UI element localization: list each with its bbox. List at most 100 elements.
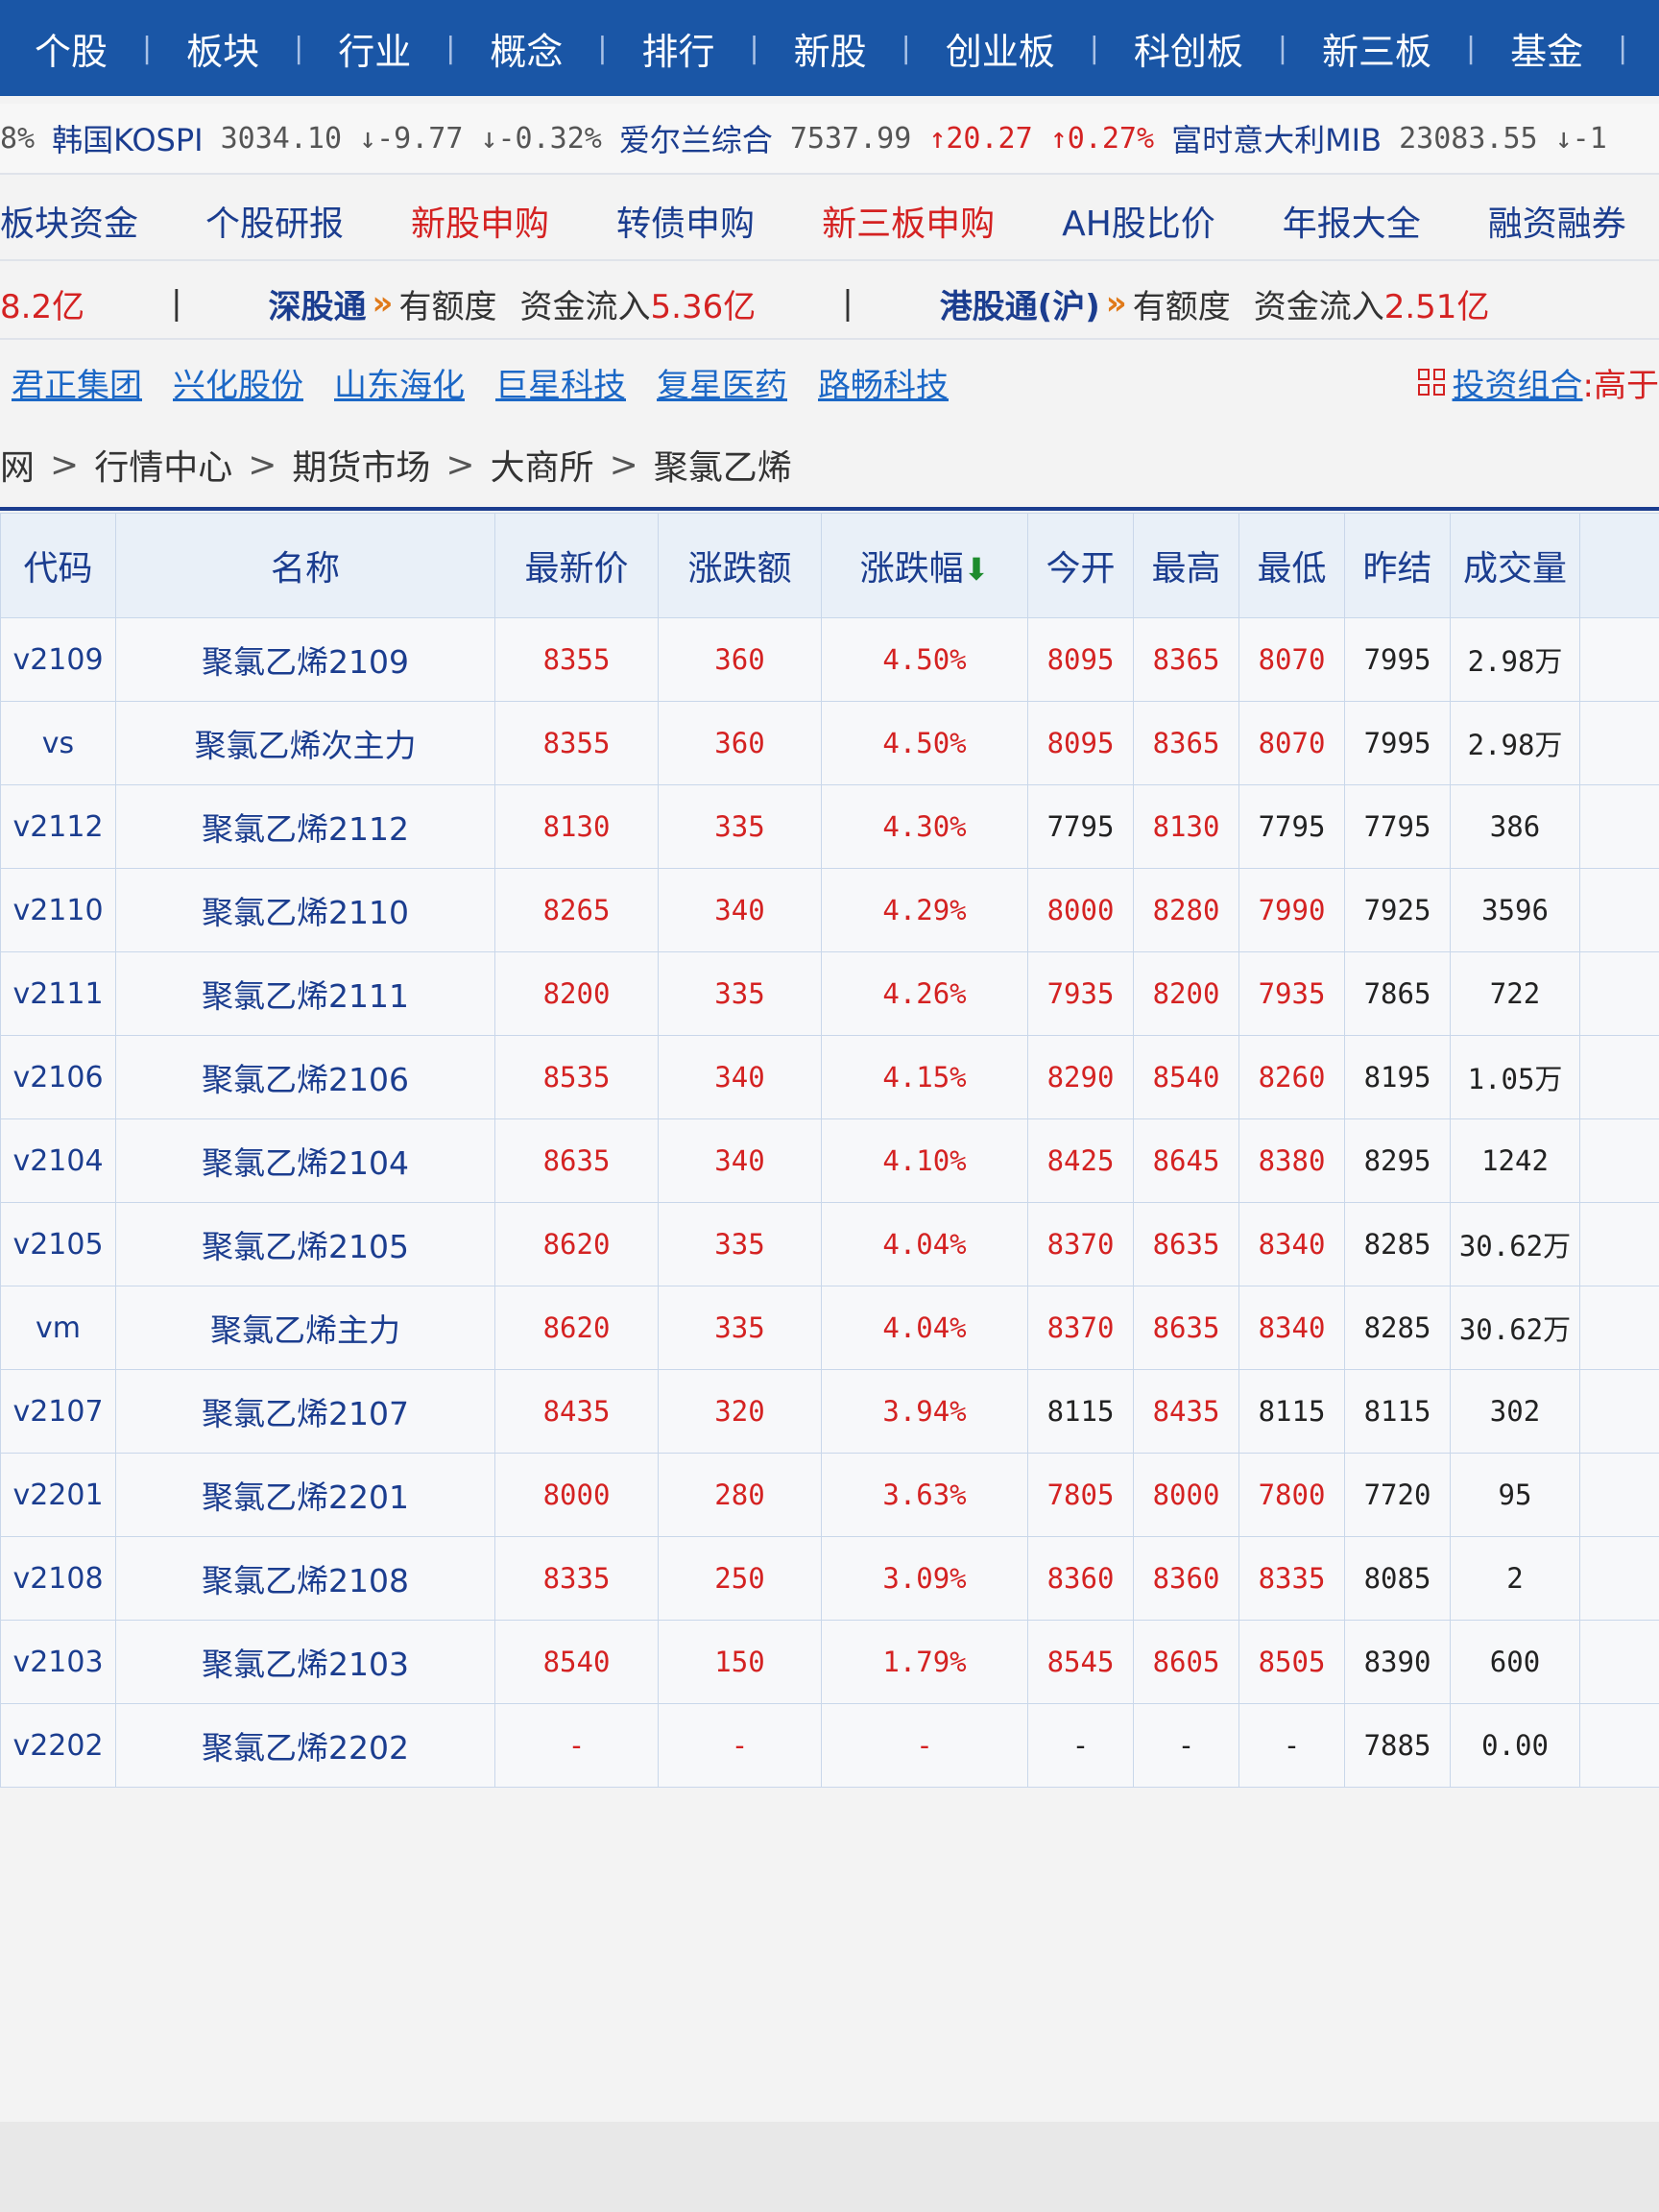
table-row[interactable]: v2110 聚氯乙烯2110 8265 340 4.29% 8000 8280 7990 792… bbox=[0, 868, 1659, 952]
quick-link[interactable]: 融资融券 bbox=[1488, 196, 1626, 246]
quick-link[interactable]: 新股申购 bbox=[411, 196, 549, 246]
sz-connect-title[interactable]: 深股通 bbox=[269, 280, 367, 327]
cell-name[interactable]: 聚氯乙烯主力 bbox=[115, 1286, 495, 1370]
cell-code[interactable]: v2103 bbox=[0, 1620, 116, 1704]
column-header[interactable]: 成交量 bbox=[1450, 513, 1580, 618]
nav-item[interactable]: 港股 bbox=[1627, 22, 1659, 75]
nav-separator: | bbox=[597, 31, 608, 65]
quick-link[interactable]: 个股研报 bbox=[205, 196, 344, 246]
cell-name[interactable]: 聚氯乙烯2104 bbox=[115, 1118, 495, 1203]
cell-change: 335 bbox=[658, 1202, 822, 1286]
quick-link[interactable]: 新三板申购 bbox=[822, 196, 995, 246]
hot-stock-link[interactable]: 复星医药 bbox=[657, 359, 787, 406]
cell-code[interactable]: v2109 bbox=[0, 617, 116, 702]
cell-overflow bbox=[1579, 1286, 1659, 1370]
cell-overflow bbox=[1579, 617, 1659, 702]
breadcrumb-item[interactable]: 期货市场 bbox=[292, 440, 430, 490]
nav-item[interactable]: 个股 bbox=[0, 22, 142, 75]
table-row[interactable]: v2108 聚氯乙烯2108 8335 250 3.09% 8360 8360 8335 808… bbox=[0, 1536, 1659, 1621]
ticker-index-name[interactable]: 富时意大利MIB bbox=[1171, 116, 1382, 160]
nav-item[interactable]: 科创板 bbox=[1099, 22, 1278, 75]
table-row[interactable]: v2109 聚氯乙烯2109 8355 360 4.50% 8095 8365 8070 799… bbox=[0, 617, 1659, 702]
nav-item[interactable]: 创业板 bbox=[911, 22, 1090, 75]
quick-link[interactable]: AH股比价 bbox=[1062, 196, 1215, 246]
column-header[interactable]: 今开 bbox=[1027, 513, 1134, 618]
nav-item[interactable]: 排行 bbox=[608, 22, 750, 75]
cell-code[interactable]: v2202 bbox=[0, 1703, 116, 1788]
cell-name[interactable]: 聚氯乙烯2110 bbox=[115, 868, 495, 952]
table-row[interactable]: v2201 聚氯乙烯2201 8000 280 3.63% 7805 8000 7800 772… bbox=[0, 1453, 1659, 1537]
quick-link[interactable]: 板块资金 bbox=[0, 196, 138, 246]
cell-code[interactable]: v2110 bbox=[0, 868, 116, 952]
cell-code[interactable]: v2104 bbox=[0, 1118, 116, 1203]
table-row[interactable]: v2103 聚氯乙烯2103 8540 150 1.79% 8545 8605 8505 839… bbox=[0, 1620, 1659, 1704]
table-row[interactable]: v2107 聚氯乙烯2107 8435 320 3.94% 8115 8435 8115 811… bbox=[0, 1369, 1659, 1454]
nav-item[interactable]: 基金 bbox=[1476, 22, 1618, 75]
nav-item[interactable]: 行业 bbox=[303, 22, 445, 75]
cell-name[interactable]: 聚氯乙烯2202 bbox=[115, 1703, 495, 1788]
hot-stock-link[interactable]: 巨星科技 bbox=[495, 359, 626, 406]
cell-code[interactable]: v2112 bbox=[0, 784, 116, 869]
cell-code[interactable]: v2201 bbox=[0, 1453, 116, 1537]
cell-last-price: 8635 bbox=[494, 1118, 659, 1203]
nav-item[interactable]: 新三板 bbox=[1287, 22, 1466, 75]
column-header[interactable]: 涨跌幅⬇ bbox=[821, 513, 1028, 618]
column-header-label: 成交量 bbox=[1462, 549, 1567, 589]
column-header[interactable]: 最高 bbox=[1133, 513, 1239, 618]
hk-quota: 有额度 bbox=[1132, 287, 1231, 326]
cell-name[interactable]: 聚氯乙烯2109 bbox=[115, 617, 495, 702]
breadcrumb-item[interactable]: 行情中心 bbox=[94, 440, 232, 490]
cell-name[interactable]: 聚氯乙烯2112 bbox=[115, 784, 495, 869]
hot-stock-link[interactable]: 路畅科技 bbox=[818, 359, 949, 406]
cell-name[interactable]: 聚氯乙烯2108 bbox=[115, 1536, 495, 1621]
nav-item[interactable]: 板块 bbox=[152, 22, 294, 75]
cell-name[interactable]: 聚氯乙烯2106 bbox=[115, 1035, 495, 1119]
cell-code[interactable]: vm bbox=[0, 1286, 116, 1370]
column-header[interactable]: 代码 bbox=[0, 513, 116, 618]
column-header[interactable]: 名称 bbox=[115, 513, 495, 618]
quick-link[interactable]: 转债申购 bbox=[616, 196, 755, 246]
column-header[interactable]: 最低 bbox=[1238, 513, 1345, 618]
cell-name[interactable]: 聚氯乙烯2105 bbox=[115, 1202, 495, 1286]
hot-stock-link[interactable]: 兴化股份 bbox=[173, 359, 303, 406]
cell-high: 8280 bbox=[1133, 868, 1239, 952]
cell-code[interactable]: v2111 bbox=[0, 951, 116, 1036]
table-row[interactable]: v2202 聚氯乙烯2202- - - - - -7885 0.00 bbox=[0, 1703, 1659, 1788]
cell-name[interactable]: 聚氯乙烯2107 bbox=[115, 1369, 495, 1454]
quick-link[interactable]: 年报大全 bbox=[1283, 196, 1421, 246]
column-header[interactable]: 最新价 bbox=[494, 513, 659, 618]
cell-code[interactable]: vs bbox=[0, 701, 116, 785]
nav-item[interactable]: 新股 bbox=[759, 22, 902, 75]
cell-low: 8505 bbox=[1238, 1620, 1345, 1704]
cell-code[interactable]: v2107 bbox=[0, 1369, 116, 1454]
portfolio-link-group[interactable]: 投资组合 :高于 bbox=[1417, 359, 1659, 406]
cell-name[interactable]: 聚氯乙烯2201 bbox=[115, 1453, 495, 1537]
cell-volume: 386 bbox=[1450, 784, 1580, 869]
table-row[interactable]: v2106 聚氯乙烯2106 8535 340 4.15% 8290 8540 8260 819… bbox=[0, 1035, 1659, 1119]
hk-connect-title[interactable]: 港股通(沪) bbox=[940, 280, 1100, 327]
hot-stock-link[interactable]: 山东海化 bbox=[334, 359, 465, 406]
breadcrumb-item[interactable]: 网 bbox=[0, 440, 35, 490]
table-row[interactable]: v2104 聚氯乙烯2104 8635 340 4.10% 8425 8645 8380 829… bbox=[0, 1118, 1659, 1203]
table-row[interactable]: vm 聚氯乙烯主力 8620 335 4.04% 8370 8635 8340 8285 30.6… bbox=[0, 1286, 1659, 1370]
nav-item[interactable]: 概念 bbox=[455, 22, 597, 75]
table-row[interactable]: vs 聚氯乙烯次主力 8355 360 4.50% 8095 8365 8070 7995 2.9… bbox=[0, 701, 1659, 785]
portfolio-link[interactable]: 投资组合 bbox=[1453, 359, 1583, 406]
table-row[interactable]: v2111 聚氯乙烯2111 8200 335 4.26% 7935 8200 7935 786… bbox=[0, 951, 1659, 1036]
ticker-index-name[interactable]: 爱尔兰综合 bbox=[619, 116, 773, 160]
cell-name[interactable]: 聚氯乙烯次主力 bbox=[115, 701, 495, 785]
cell-code[interactable]: v2106 bbox=[0, 1035, 116, 1119]
cell-code[interactable]: v2108 bbox=[0, 1536, 116, 1621]
cell-volume: 30.62万 bbox=[1450, 1202, 1580, 1286]
breadcrumb-item[interactable]: 大商所 bbox=[491, 440, 594, 490]
table-row[interactable]: v2105 聚氯乙烯2105 8620 335 4.04% 8370 8635 8340 828… bbox=[0, 1202, 1659, 1286]
column-header[interactable]: 涨跌额 bbox=[658, 513, 822, 618]
cell-name[interactable]: 聚氯乙烯2103 bbox=[115, 1620, 495, 1704]
cell-code[interactable]: v2105 bbox=[0, 1202, 116, 1286]
hot-stock-link[interactable]: 君正集团 bbox=[12, 359, 142, 406]
cell-name[interactable]: 聚氯乙烯2111 bbox=[115, 951, 495, 1036]
cell-open: 8115 bbox=[1027, 1369, 1134, 1454]
table-row[interactable]: v2112 聚氯乙烯2112 8130 335 4.30% 7795 8130 7795 779… bbox=[0, 784, 1659, 869]
column-header[interactable]: 昨结 bbox=[1344, 513, 1451, 618]
ticker-index-name[interactable]: 韩国KOSPI bbox=[52, 116, 203, 160]
